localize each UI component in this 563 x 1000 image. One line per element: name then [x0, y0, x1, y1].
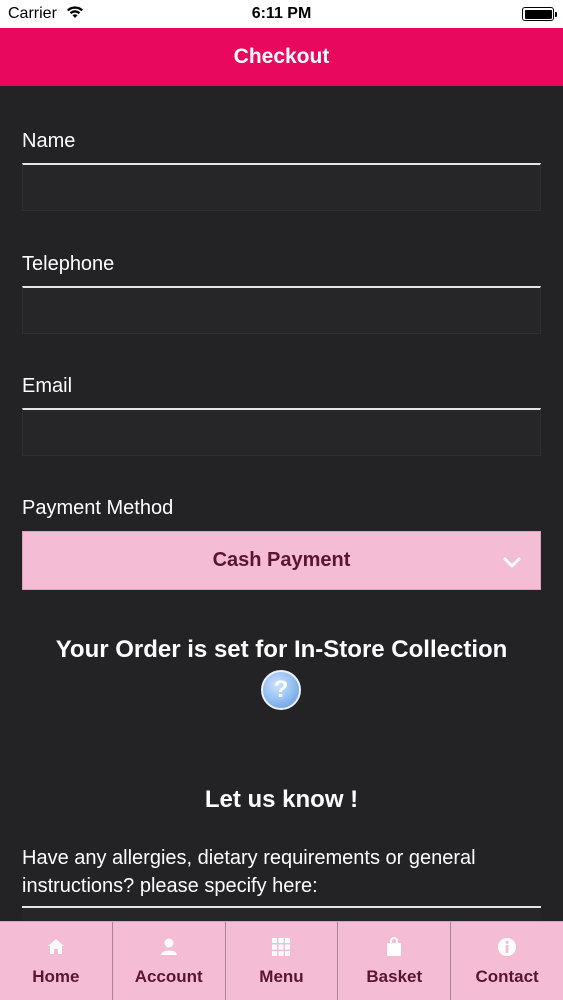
email-input[interactable] [22, 408, 541, 456]
tab-menu[interactable]: Menu [226, 922, 339, 1000]
tab-basket[interactable]: Basket [338, 922, 452, 1000]
clock: 6:11 PM [251, 5, 312, 22]
tab-basket-label: Basket [366, 967, 423, 986]
name-label: Name [22, 130, 76, 152]
bag-icon [387, 937, 402, 956]
status-bar: Carrier 6:11 PM [0, 0, 563, 28]
page-title: Checkout [233, 45, 330, 68]
user-icon [160, 938, 177, 955]
tab-account-label: Account [134, 967, 203, 986]
tab-account[interactable]: Account [113, 922, 226, 1000]
chevron-down-icon [503, 557, 521, 568]
name-input[interactable] [22, 163, 541, 211]
header-bar: Checkout [0, 28, 563, 86]
tab-home-label: Home [32, 967, 80, 986]
notes-heading: Let us know ! [204, 786, 359, 813]
telephone-input[interactable] [22, 286, 541, 334]
payment-method-value: Cash Payment [212, 549, 351, 571]
payment-method-label: Payment Method [22, 497, 174, 519]
help-icon[interactable]: ? [261, 670, 301, 710]
battery-icon [522, 7, 557, 21]
grid-icon [272, 938, 291, 956]
email-label: Email [22, 375, 73, 397]
tab-menu-label: Menu [259, 967, 304, 986]
notes-prompt: Have any allergies, dietary requirements… [22, 847, 476, 897]
info-icon [498, 938, 517, 956]
tab-contact[interactable]: Contact [451, 922, 563, 1000]
tab-bar: Home Account Menu Basket Contact [0, 921, 563, 1000]
telephone-label: Telephone [22, 253, 115, 275]
tab-contact-label: Contact [475, 967, 539, 986]
collection-notice: Your Order is set for In-Store Collectio… [55, 636, 508, 663]
tab-home[interactable]: Home [0, 922, 113, 1000]
help-icon-glyph: ? [273, 676, 289, 703]
home-icon [47, 939, 64, 954]
payment-method-select[interactable]: Cash Payment [22, 531, 541, 590]
